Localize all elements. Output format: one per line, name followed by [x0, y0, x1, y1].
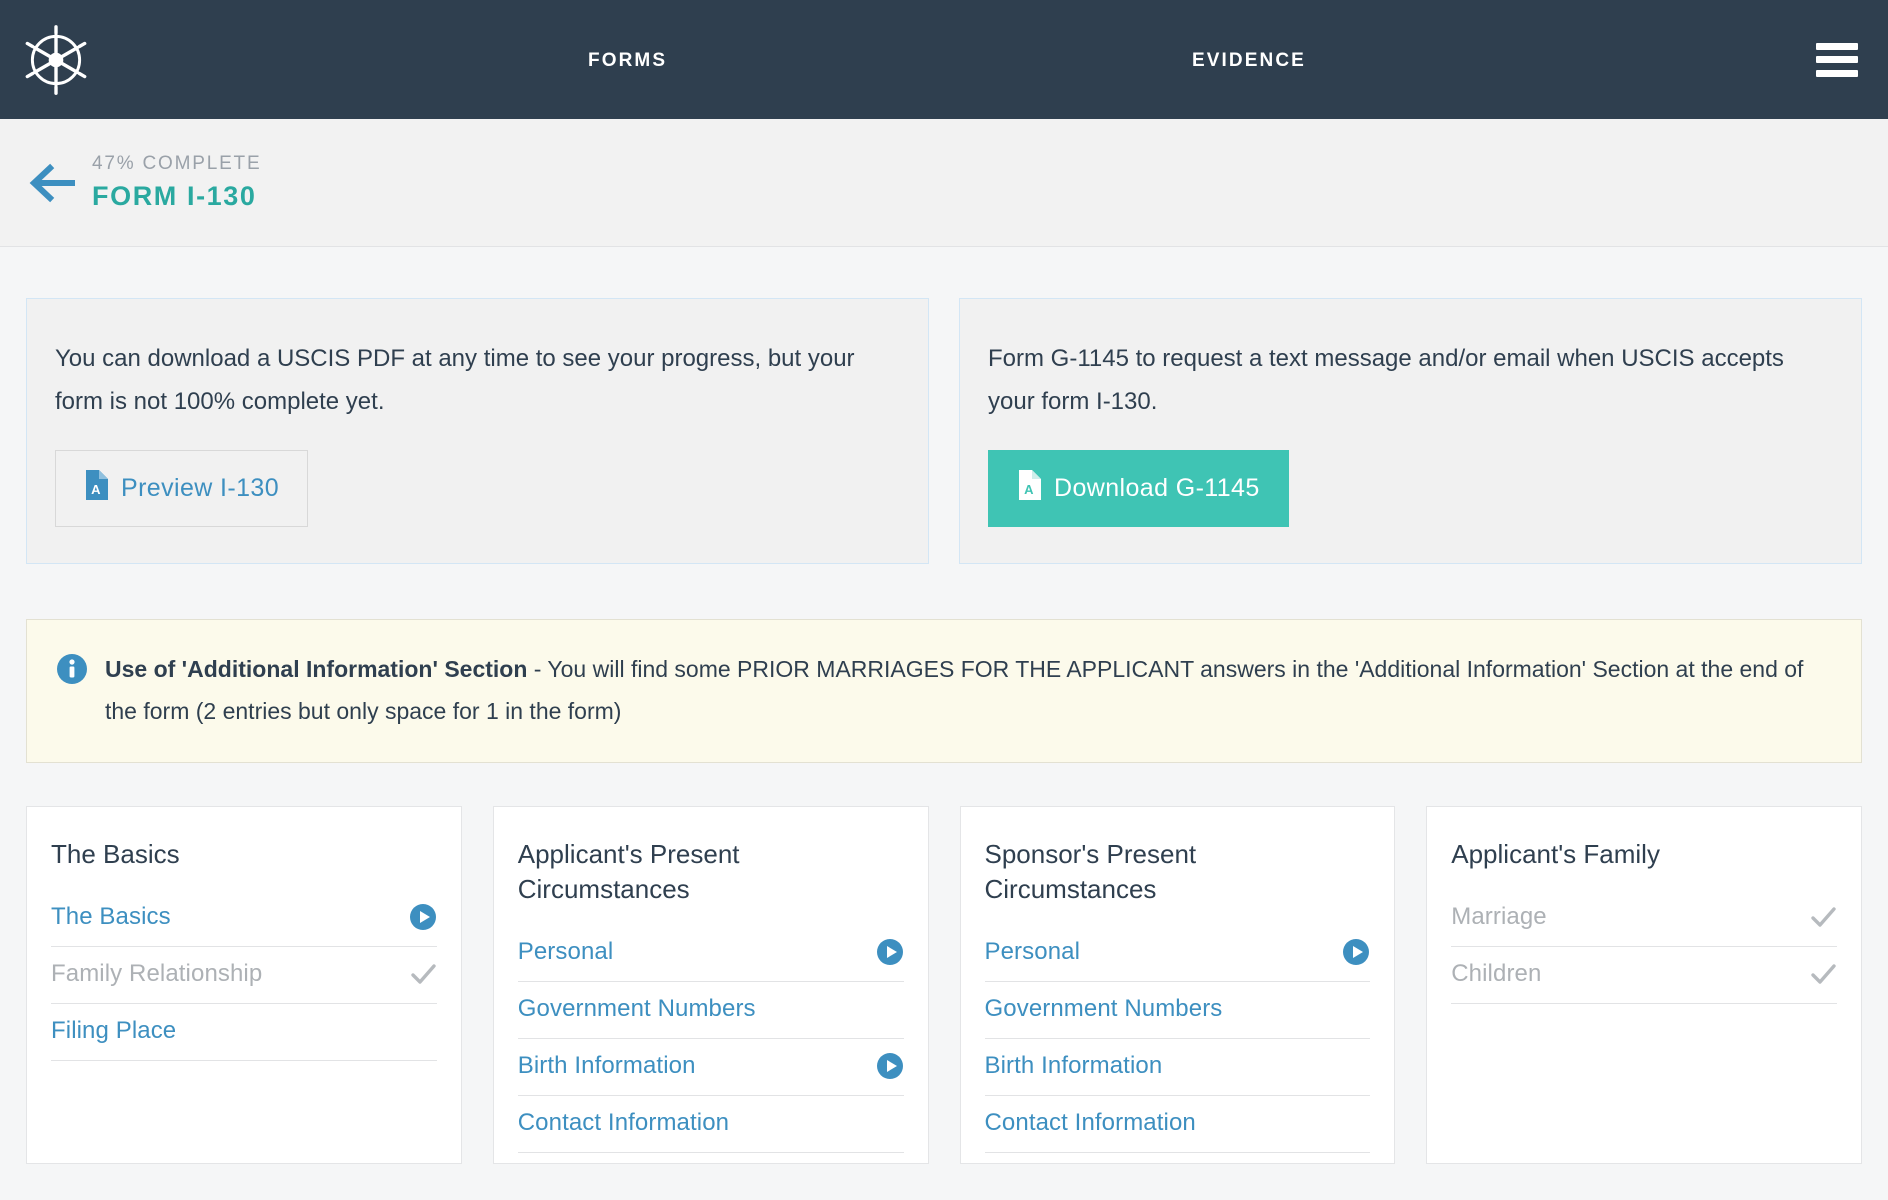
- svg-text:A: A: [1024, 482, 1034, 497]
- preview-pdf-description: You can download a USCIS PDF at any time…: [55, 345, 855, 415]
- section-item-contact-information[interactable]: Contact Information: [984, 1096, 1371, 1153]
- nav-link-evidence[interactable]: EVIDENCE: [1192, 50, 1306, 72]
- section-item-label: Family Relationship: [51, 960, 263, 987]
- section-item-personal[interactable]: Personal: [517, 925, 904, 982]
- play-circle-icon[interactable]: [876, 1052, 904, 1080]
- section-item-label: Filing Place: [51, 1017, 177, 1044]
- section-item-label: Government Numbers: [517, 995, 756, 1022]
- no-marker: [876, 995, 904, 1023]
- section-item-contact-information[interactable]: Contact Information: [517, 1096, 904, 1153]
- no-marker: [1342, 1052, 1370, 1080]
- section-title: The Basics: [51, 839, 180, 869]
- section-card-applicants-present-circumstances: Applicant's Present Circumstances Person…: [492, 806, 929, 1164]
- hamburger-bar: [1816, 56, 1858, 63]
- section-item-label: Marriage: [1451, 903, 1547, 930]
- pdf-file-icon: A: [1017, 470, 1041, 507]
- play-circle-icon[interactable]: [876, 938, 904, 966]
- progress-percent-label: 47% COMPLETE: [92, 152, 262, 174]
- hamburger-menu-icon[interactable]: [1816, 42, 1858, 77]
- preview-i130-button[interactable]: A Preview I-130: [55, 450, 309, 527]
- section-item-label: Government Numbers: [984, 995, 1223, 1022]
- hamburger-bar: [1816, 69, 1858, 77]
- section-item-marriage[interactable]: Marriage: [1451, 890, 1837, 947]
- svg-text:A: A: [91, 482, 101, 497]
- section-title: Applicant's Present Circumstances: [517, 839, 740, 904]
- check-icon: [1809, 903, 1837, 931]
- progress-header: 47% COMPLETE FORM I-130: [0, 119, 1888, 247]
- section-item-label: Contact Information: [517, 1109, 730, 1136]
- download-g1145-button-label: Download G-1145: [1054, 474, 1260, 502]
- additional-information-notice: Use of 'Additional Information' Section …: [26, 619, 1862, 763]
- section-item-label: Birth Information: [517, 1052, 696, 1079]
- arrow-left-icon[interactable]: [26, 157, 78, 209]
- section-item-label: Contact Information: [984, 1109, 1196, 1136]
- section-item-family-relationship[interactable]: Family Relationship: [51, 947, 437, 1004]
- section-item-label: Children: [1451, 960, 1542, 987]
- section-card-the-basics: The Basics The Basics Family Relationshi…: [26, 806, 462, 1164]
- section-item-label: Birth Information: [984, 1052, 1163, 1079]
- section-item-birth-information[interactable]: Birth Information: [517, 1039, 904, 1096]
- section-item-birth-information[interactable]: Birth Information: [984, 1039, 1371, 1096]
- section-item-label: The Basics: [51, 903, 171, 930]
- top-navigation-bar: FORMS EVIDENCE: [0, 0, 1888, 119]
- hamburger-bar: [1816, 42, 1858, 50]
- progress-text-group: 47% COMPLETE FORM I-130: [92, 151, 261, 215]
- section-item-children[interactable]: Children: [1451, 947, 1837, 1004]
- notice-text: Use of 'Additional Information' Section …: [105, 648, 1831, 732]
- section-item-the-basics[interactable]: The Basics: [51, 890, 437, 947]
- download-g1145-button[interactable]: A Download G-1145: [988, 450, 1289, 527]
- section-card-applicants-family: Applicant's Family Marriage Children: [1426, 806, 1862, 1164]
- info-circle-icon: [57, 654, 87, 684]
- g1145-card: Form G-1145 to request a text message an…: [959, 298, 1862, 564]
- no-marker: [1342, 995, 1370, 1023]
- preview-pdf-card: You can download a USCIS PDF at any time…: [26, 298, 929, 564]
- play-circle-icon[interactable]: [409, 903, 437, 931]
- notice-title: Use of 'Additional Information' Section: [105, 656, 528, 682]
- no-marker: [409, 1017, 437, 1045]
- pdf-file-icon: A: [84, 470, 108, 507]
- download-cards-row: You can download a USCIS PDF at any time…: [26, 298, 1862, 564]
- section-card-sponsors-present-circumstances: Sponsor's Present Circumstances Personal…: [959, 806, 1396, 1164]
- section-item-personal[interactable]: Personal: [984, 925, 1371, 982]
- play-circle-icon[interactable]: [1342, 938, 1370, 966]
- form-sections-row: The Basics The Basics Family Relationshi…: [26, 806, 1862, 1164]
- section-item-government-numbers[interactable]: Government Numbers: [984, 982, 1371, 1039]
- preview-i130-button-label: Preview I-130: [121, 474, 280, 502]
- g1145-description: Form G-1145 to request a text message an…: [988, 345, 1784, 415]
- section-title: Sponsor's Present Circumstances: [984, 839, 1197, 904]
- no-marker: [1342, 1109, 1370, 1137]
- section-title: Applicant's Family: [1451, 839, 1660, 869]
- page-title: FORM I-130: [92, 180, 257, 211]
- check-icon: [1809, 960, 1837, 988]
- section-item-filing-place[interactable]: Filing Place: [51, 1004, 437, 1061]
- main-content: You can download a USCIS PDF at any time…: [0, 298, 1888, 1164]
- no-marker: [876, 1109, 904, 1137]
- section-item-government-numbers[interactable]: Government Numbers: [517, 982, 904, 1039]
- section-item-label: Personal: [517, 938, 614, 965]
- check-icon: [409, 960, 437, 988]
- section-item-label: Personal: [984, 938, 1081, 965]
- nav-link-forms[interactable]: FORMS: [588, 50, 667, 72]
- ship-wheel-icon[interactable]: [20, 24, 92, 96]
